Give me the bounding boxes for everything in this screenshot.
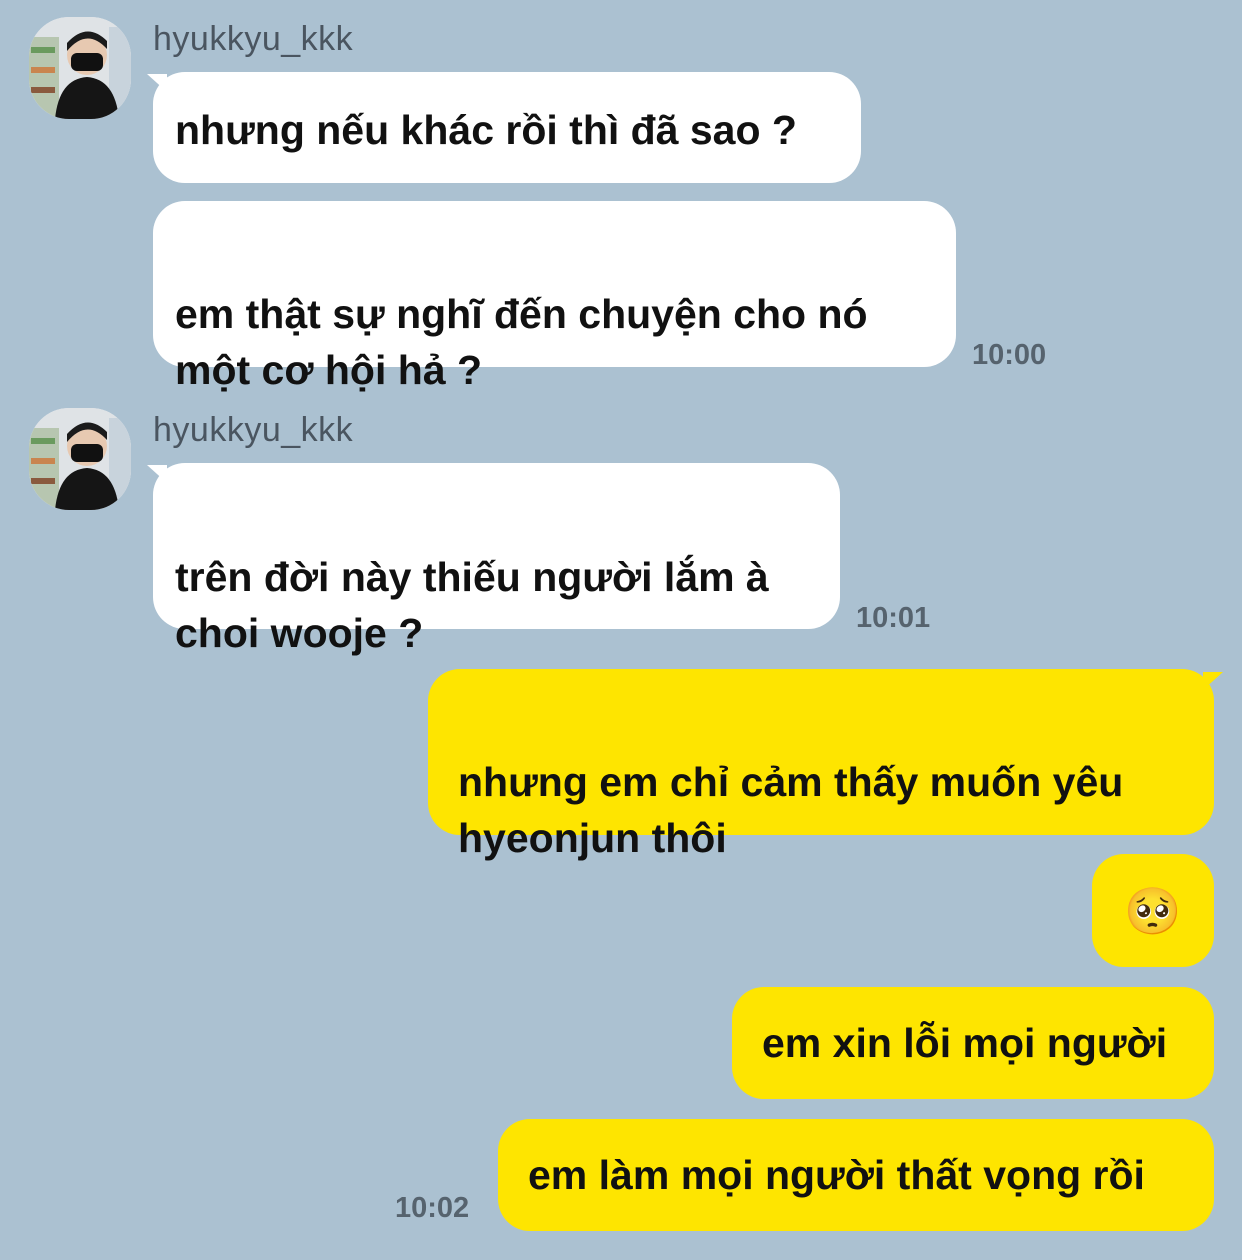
message-bubble[interactable]: trên đời này thiếu người lắm à choi wooj…	[153, 463, 840, 656]
avatar[interactable]	[29, 408, 131, 510]
message-text: em thật sự nghĩ đến chuyện cho nó một cơ…	[175, 291, 868, 393]
message-text: em làm mọi người thất vọng rồi	[528, 1152, 1145, 1198]
message-text: trên đời này thiếu người lắm à choi wooj…	[175, 554, 769, 656]
message-bubble[interactable]: em làm mọi người thất vọng rồi	[498, 1119, 1214, 1231]
message-time: 10:00	[972, 339, 1047, 371]
emoji-bubble[interactable]: 🥺	[1092, 854, 1214, 967]
message-bubble[interactable]: nhưng em chỉ cảm thấy muốn yêu hyeonjun …	[428, 669, 1214, 861]
avatar-photo-icon	[29, 17, 131, 119]
message-bubble[interactable]: nhưng nếu khác rồi thì đã sao ?	[153, 72, 861, 183]
sender-name: hyukkyu_kkk	[153, 20, 354, 58]
message-text: em xin lỗi mọi người	[762, 1020, 1168, 1066]
message-text: nhưng nếu khác rồi thì đã sao ?	[175, 107, 797, 153]
avatar-photo-icon	[29, 408, 131, 510]
avatar[interactable]	[29, 17, 131, 119]
message-bubble[interactable]: em thật sự nghĩ đến chuyện cho nó một cơ…	[153, 201, 956, 393]
message-time: 10:02	[395, 1192, 470, 1224]
pleading-face-icon: 🥺	[1124, 884, 1182, 937]
message-time: 10:01	[856, 602, 931, 634]
sender-name: hyukkyu_kkk	[153, 411, 354, 449]
message-bubble[interactable]: em xin lỗi mọi người	[732, 987, 1214, 1099]
message-text: nhưng em chỉ cảm thấy muốn yêu hyeonjun …	[458, 759, 1124, 861]
